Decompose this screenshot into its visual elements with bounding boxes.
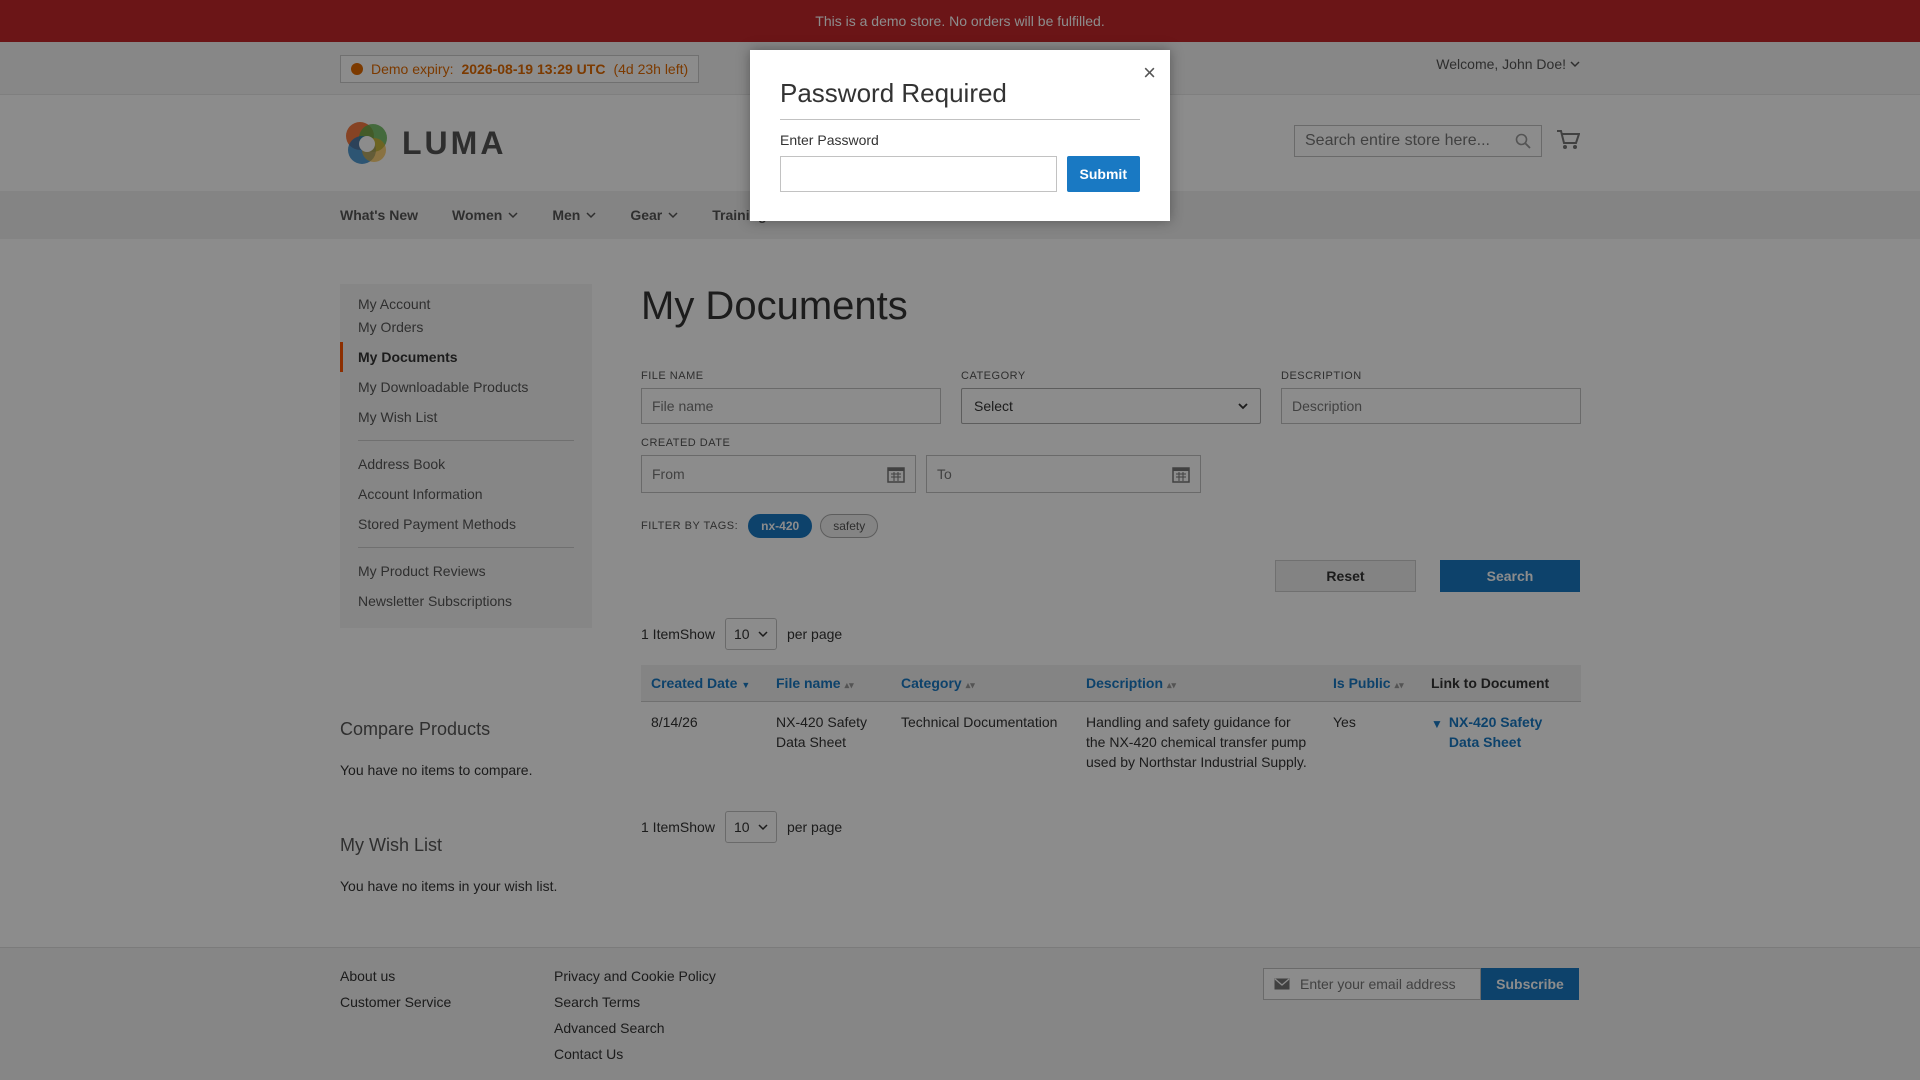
password-input[interactable] — [780, 156, 1057, 192]
password-label: Enter Password — [780, 132, 879, 148]
modal-title: Password Required — [780, 78, 1140, 120]
close-icon[interactable]: × — [1143, 62, 1156, 84]
password-row: Submit — [780, 156, 1140, 192]
submit-button[interactable]: Submit — [1066, 156, 1140, 192]
password-modal: × Password Required Enter Password Submi… — [750, 50, 1170, 221]
